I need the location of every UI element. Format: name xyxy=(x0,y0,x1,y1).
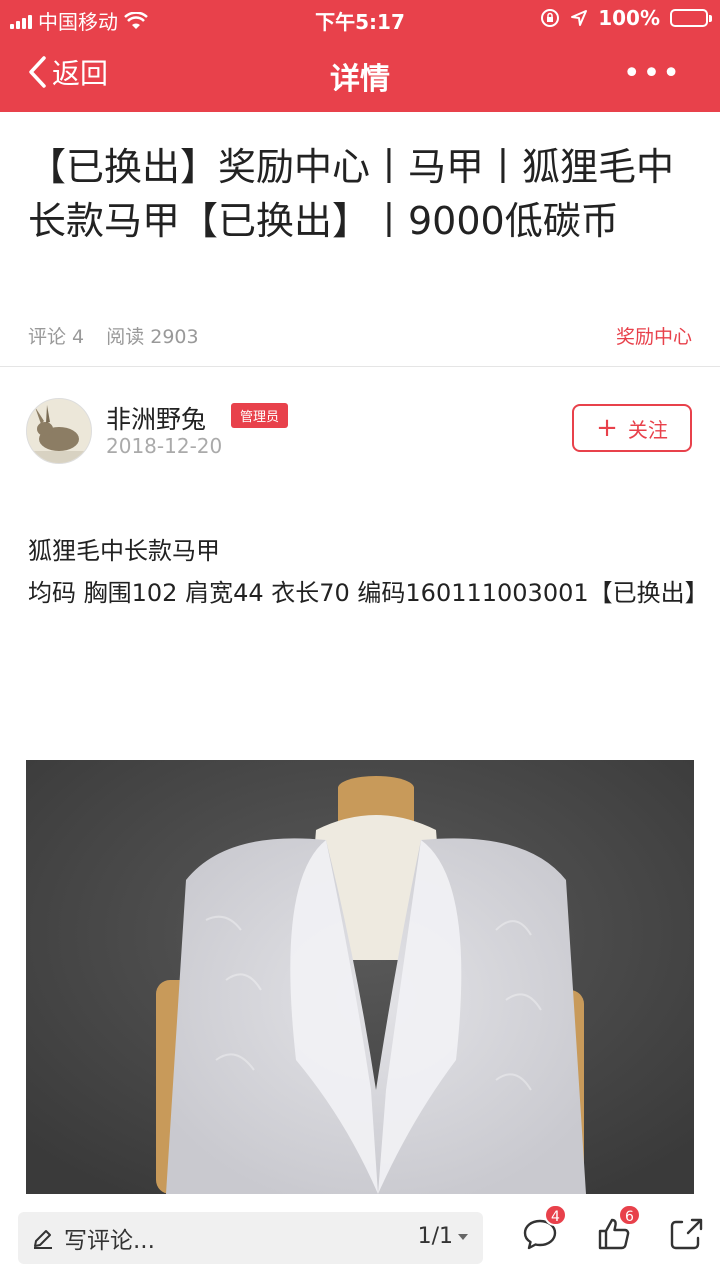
plus-icon: + xyxy=(596,413,618,443)
page-title: 详情 xyxy=(330,62,390,97)
fur-vest-image xyxy=(26,760,694,1194)
rabbit-avatar-image xyxy=(27,399,91,463)
admin-badge: 管理员 xyxy=(231,403,289,428)
product-photo[interactable] xyxy=(26,760,694,1194)
like-button[interactable]: 6 xyxy=(596,1204,641,1256)
article-meta: 评论 4 阅读 2903 奖励中心 xyxy=(28,322,692,352)
rotation-lock-icon xyxy=(541,9,560,27)
article-title: 【已换出】奖励中心丨马甲丨狐狸毛中长款马甲【已换出】丨9000低碳币 xyxy=(28,145,675,243)
follow-button[interactable]: + 关注 xyxy=(572,404,692,452)
avatar[interactable] xyxy=(26,398,92,464)
divider xyxy=(0,366,720,367)
post-date: 2018-12-20 xyxy=(106,434,223,458)
bottom-bar: 写评论... 1/1 4 6 xyxy=(0,1196,720,1280)
body-line-2: 均码 胸围102 肩宽44 衣长70 编码160111003001【已换出】 xyxy=(28,579,709,607)
pen-icon xyxy=(34,1230,52,1249)
header: 中国移动 下午5:17 100% 返回 详情 ••• xyxy=(0,0,720,112)
battery-icon xyxy=(670,9,712,27)
comment-input[interactable]: 写评论... 1/1 xyxy=(18,1212,483,1264)
nav-bar: 返回 详情 ••• xyxy=(0,36,720,112)
share-icon xyxy=(670,1218,703,1250)
article-stats: 评论 4 阅读 2903 xyxy=(28,326,215,348)
like-count-badge: 6 xyxy=(618,1204,641,1226)
battery-percent: 100% xyxy=(598,6,660,30)
page-indicator: 1/1 xyxy=(417,1224,453,1249)
page-selector[interactable]: 1/1 xyxy=(418,1224,469,1249)
follow-label: 关注 xyxy=(627,417,668,442)
article-body: 狐狸毛中长款马甲 均码 胸围102 肩宽44 衣长70 编码1601110030… xyxy=(28,530,709,614)
comment-count-badge: 4 xyxy=(544,1204,567,1226)
status-right: 100% xyxy=(540,6,712,30)
comment-button[interactable]: 4 xyxy=(522,1204,567,1256)
read-count-label: 阅读 2903 xyxy=(106,326,199,348)
share-button[interactable] xyxy=(668,1216,708,1256)
body-line-1: 狐狸毛中长款马甲 xyxy=(28,537,220,565)
author-name[interactable]: 非洲野兔 xyxy=(106,400,206,436)
comment-count-label: 评论 4 xyxy=(28,326,85,348)
location-icon xyxy=(571,10,588,26)
more-dots-icon[interactable]: ••• xyxy=(623,56,682,91)
caret-down-icon xyxy=(458,1233,468,1240)
status-bar: 中国移动 下午5:17 100% xyxy=(0,0,720,36)
comment-placeholder: 写评论... xyxy=(64,1228,155,1254)
category-link[interactable]: 奖励中心 xyxy=(616,322,692,349)
